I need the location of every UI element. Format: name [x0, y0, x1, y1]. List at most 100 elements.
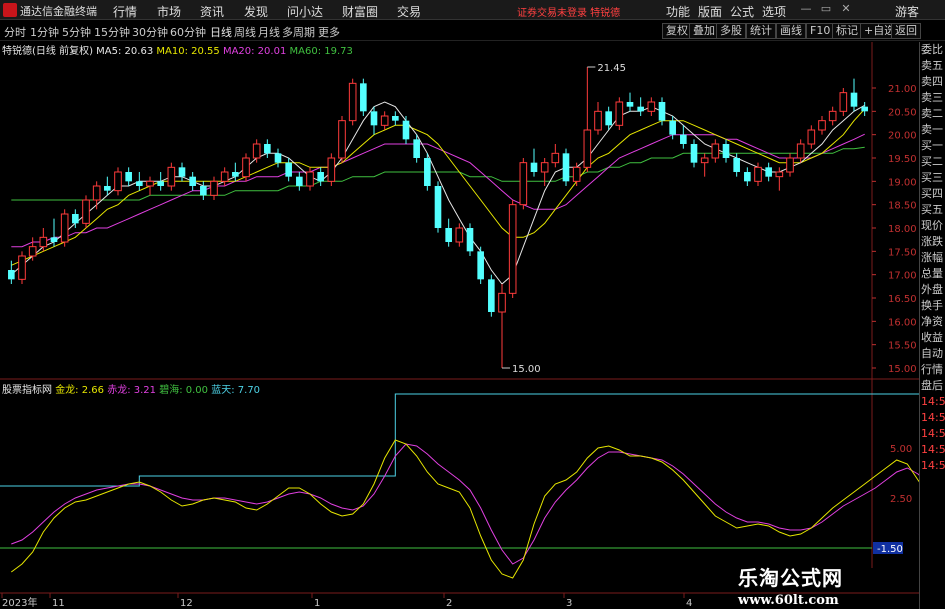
candle-body [572, 166, 581, 182]
candle-body [327, 157, 336, 182]
sub-tick-label-5: 5.00 [890, 444, 912, 455]
top-menu-bar: 通达信金融终端 行情 市场 资讯 发现 问小达 财富圈 交易 证券交易未登录 特… [0, 0, 945, 20]
price-tick-label: 19.00 [888, 177, 917, 188]
candle-body [338, 120, 346, 159]
candle-body [796, 143, 805, 159]
candle-body [700, 157, 709, 164]
candle-body [434, 186, 442, 228]
candle-body [765, 167, 772, 177]
minimize-icon[interactable]: — [800, 3, 812, 15]
candle-body [466, 228, 474, 252]
candle-body [562, 153, 570, 182]
candle-body [125, 172, 132, 182]
menu-gongneng[interactable]: 功能 [666, 3, 690, 20]
side-panel-item: 买三 [921, 171, 943, 184]
kline-chart[interactable]: 21.00 20.50 20.00 19.50 19.00 18.50 18.00 17.50… [0, 40, 919, 609]
menu-zixun[interactable]: 资讯 [200, 3, 224, 20]
ma20-value: MA20: 20.01 [222, 46, 287, 57]
candle-body [28, 246, 37, 257]
candle-body [861, 106, 868, 112]
watermark: 乐淘公式网 www.60lt.com [738, 562, 888, 608]
candle-body [445, 228, 452, 242]
candle-body [178, 167, 186, 177]
app-logo-icon [3, 3, 17, 17]
biaoji-button[interactable]: 标记 [832, 23, 862, 39]
menu-banmian[interactable]: 版面 [698, 3, 722, 20]
period-daily[interactable]: 日线 [210, 24, 232, 40]
huaxian-button[interactable]: 画线 [776, 23, 806, 39]
candle-body [50, 237, 58, 242]
diejia-button[interactable]: 叠加 [689, 23, 719, 39]
menu-hangqing[interactable]: 行情 [113, 3, 137, 20]
menu-shichang[interactable]: 市场 [157, 3, 181, 20]
candle-body [264, 144, 271, 154]
period-15min[interactable]: 15分钟 [94, 24, 130, 40]
candle-body [488, 279, 495, 312]
ma10-value: MA10: 20.55 [156, 46, 220, 57]
period-60min[interactable]: 60分钟 [170, 24, 206, 40]
menu-wenxiaoda[interactable]: 问小达 [287, 3, 323, 20]
candle-body [296, 176, 303, 186]
sub-indicator-info: 股票指标网 金龙: 2.66 赤龙: 3.21 碧海: 0.00 蓝天: 7.7… [2, 381, 260, 396]
back-button[interactable]: 返回 [891, 23, 921, 39]
restore-icon[interactable]: ▭ [820, 3, 832, 15]
date-label: 2023年 [2, 596, 37, 609]
menu-caifuquan[interactable]: 财富圈 [342, 3, 378, 20]
stock-name: 特锐德(日线 前复权) [2, 46, 93, 57]
candle-body [583, 129, 592, 168]
candle-body [637, 106, 644, 112]
period-5min[interactable]: 5分钟 [62, 24, 91, 40]
candle-body [711, 143, 720, 159]
period-30min[interactable]: 30分钟 [132, 24, 168, 40]
indicator-name: 股票指标网 [2, 385, 52, 396]
side-panel-item: 行情 [921, 363, 943, 376]
quote-side-panel: 委比 卖五 卖四 卖三 卖二 卖一 买一 买二 买三 买四 买五 现价 涨跌 涨幅 总量 外盘 换手 净资 收益 自动… [919, 42, 945, 609]
candle-body [72, 214, 79, 224]
candle-body [818, 120, 826, 131]
candle-body [380, 115, 389, 126]
candle-body [508, 204, 517, 294]
candle-body [690, 144, 698, 163]
side-panel-item: 14:50 [921, 411, 945, 424]
menu-jiaoyi[interactable]: 交易 [397, 3, 421, 20]
lantian-value: 蓝天: 7.70 [211, 385, 261, 396]
candle-body [733, 158, 740, 172]
watermark-url: www.60lt.com [738, 593, 839, 608]
login-status[interactable]: 证券交易未登录 特锐德 [517, 4, 620, 19]
candle-body [242, 157, 250, 178]
period-multi[interactable]: 多周期 [282, 24, 315, 40]
candle-body [530, 162, 538, 172]
candle-body [455, 227, 464, 243]
chilong-line [11, 443, 919, 565]
f10-button[interactable]: F10 [806, 23, 835, 39]
fuquan-button[interactable]: 复权 [662, 23, 692, 39]
candle-body [136, 181, 143, 186]
menu-gongshi[interactable]: 公式 [730, 3, 754, 20]
side-panel-item: 涨跌 [921, 235, 943, 248]
side-panel-item: 自动 [921, 347, 943, 360]
menu-faxian[interactable]: 发现 [244, 3, 268, 20]
side-panel-item: 现价 [921, 219, 943, 232]
candle-body [722, 144, 730, 158]
candle-body [540, 162, 549, 173]
candle-body [744, 172, 751, 182]
side-panel-item: 卖一 [921, 123, 943, 136]
jinlong-line [11, 439, 919, 579]
period-monthly[interactable]: 月线 [258, 24, 280, 40]
period-fenshi[interactable]: 分时 [4, 24, 26, 40]
duogu-button[interactable]: 多股 [716, 23, 746, 39]
high-label: 21.45 [597, 63, 626, 74]
price-tick-label: 17.50 [888, 247, 917, 258]
tongji-button[interactable]: 统计 [746, 23, 776, 39]
period-1min[interactable]: 1分钟 [30, 24, 59, 40]
side-panel-item: 买五 [921, 203, 943, 216]
close-icon[interactable]: ✕ [840, 3, 852, 15]
menu-guest[interactable]: 游客 [895, 3, 919, 20]
candle-body [167, 166, 176, 187]
candle-body [370, 111, 378, 126]
period-weekly[interactable]: 周线 [234, 24, 256, 40]
price-tick-label: 20.00 [888, 131, 917, 142]
candle-body [669, 120, 676, 135]
period-more[interactable]: 更多 [318, 24, 340, 40]
menu-xuanxiang[interactable]: 选项 [762, 3, 786, 20]
